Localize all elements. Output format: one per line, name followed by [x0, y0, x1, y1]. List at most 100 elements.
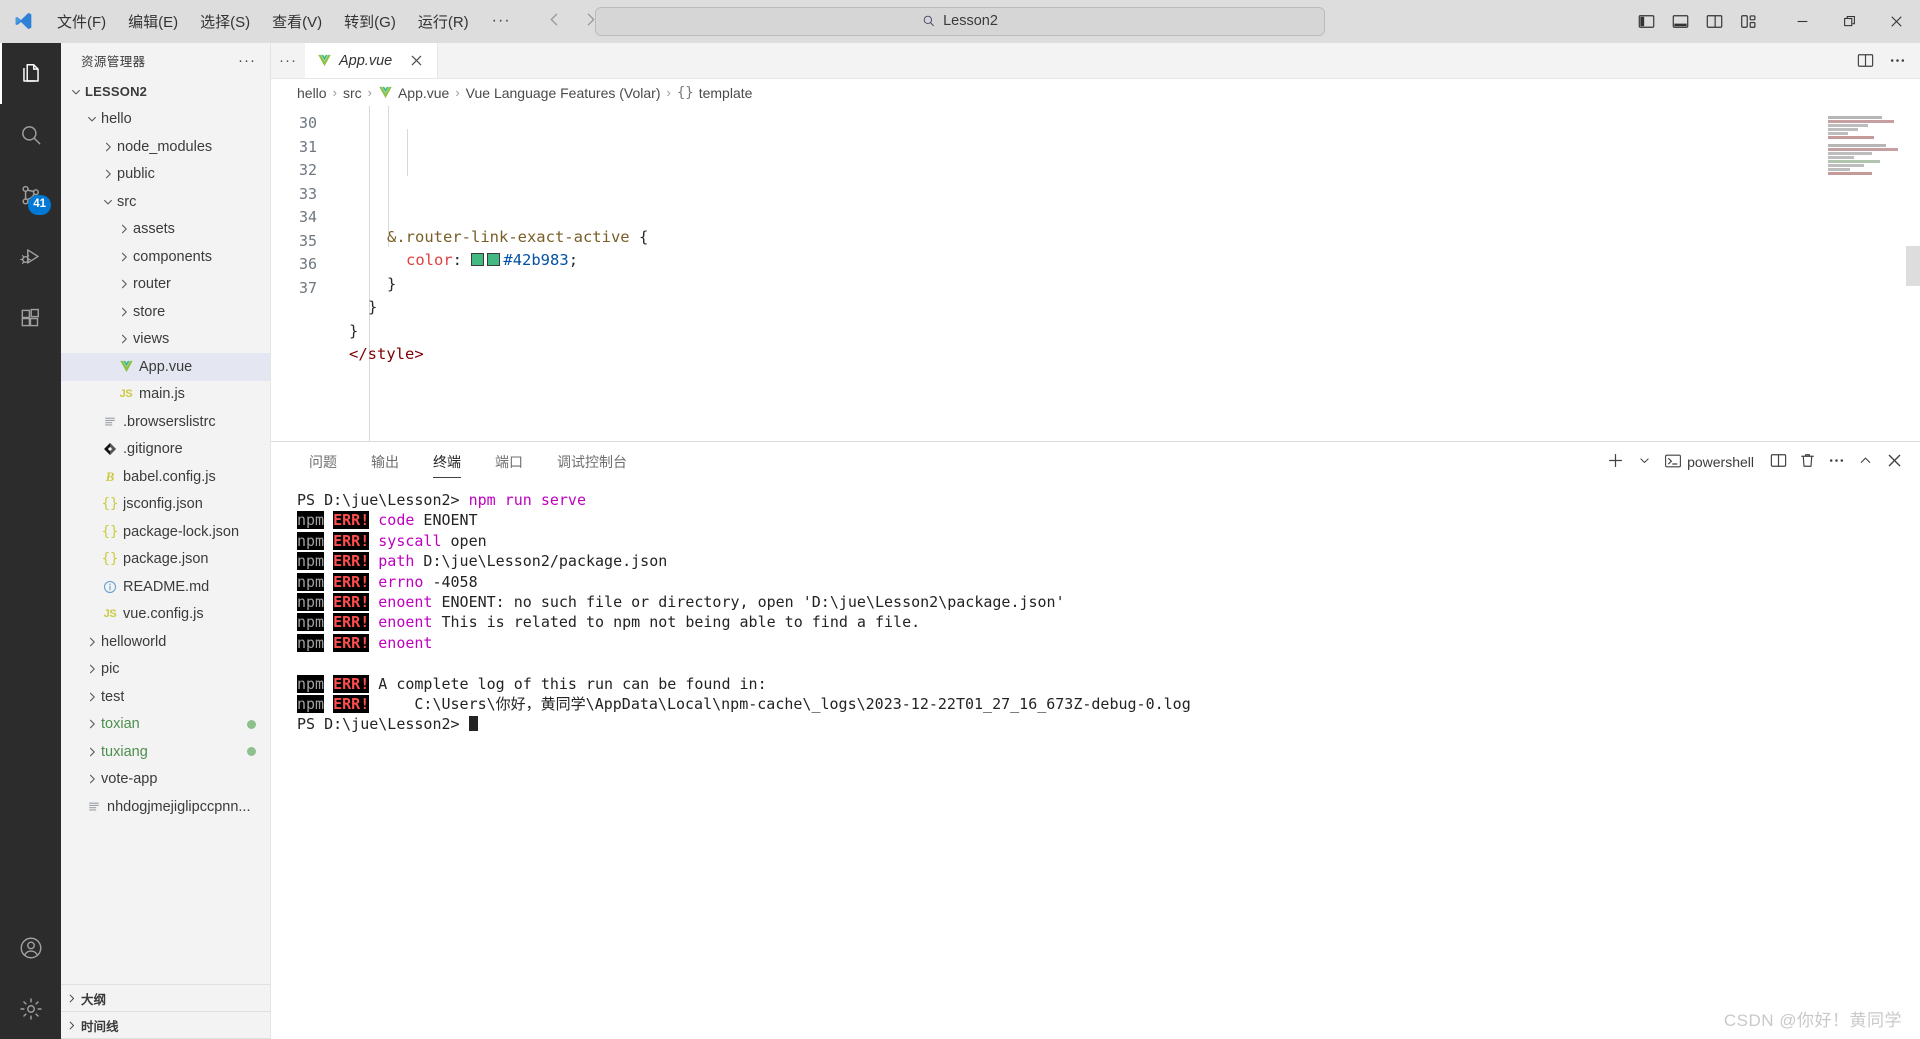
new-terminal-button[interactable]	[1601, 448, 1629, 476]
tree-file-gitignore[interactable]: .gitignore	[61, 436, 270, 464]
menu-more-button[interactable]: ···	[480, 0, 523, 42]
panel-more-actions-button[interactable]	[1822, 448, 1850, 476]
close-button[interactable]	[1873, 0, 1920, 42]
split-editor-icon[interactable]	[1850, 46, 1880, 76]
tree-folder-router[interactable]: router	[61, 271, 270, 299]
customize-layout-button[interactable]	[1731, 4, 1765, 38]
maximize-panel-button[interactable]	[1851, 448, 1879, 476]
menu-run[interactable]: 运行(R)	[407, 0, 480, 42]
chevron-right-icon[interactable]	[83, 773, 101, 785]
menu-selection[interactable]: 选择(S)	[189, 0, 261, 42]
code-line[interactable]: </style>	[329, 343, 1920, 367]
chevron-right-icon[interactable]	[99, 168, 117, 180]
tree-folder-src[interactable]: src	[61, 188, 270, 216]
activity-accounts[interactable]	[0, 917, 61, 978]
tree-folder-toxian[interactable]: toxian	[61, 711, 270, 739]
tree-root-lesson2[interactable]: LESSON2	[61, 78, 270, 106]
tree-file-vue-config-js[interactable]: JS vue.config.js	[61, 601, 270, 629]
toggle-panel-button[interactable]	[1663, 4, 1697, 38]
color-swatch[interactable]	[487, 253, 501, 266]
command-center-search[interactable]: Lesson2	[595, 6, 1325, 36]
tree-folder-assets[interactable]: assets	[61, 216, 270, 244]
tree-file-main-js[interactable]: JS main.js	[61, 381, 270, 409]
tree-file-browserslistrc[interactable]: .browserslistrc	[61, 408, 270, 436]
chevron-right-icon[interactable]	[83, 663, 101, 675]
editor-tabs-more-button[interactable]: ···	[271, 43, 305, 78]
terminal-shell-selector[interactable]: powershell	[1659, 448, 1763, 476]
tree-folder-public[interactable]: public	[61, 161, 270, 189]
chevron-right-icon[interactable]	[115, 278, 133, 290]
tree-folder-components[interactable]: components	[61, 243, 270, 271]
toggle-primary-sidebar-button[interactable]	[1629, 4, 1663, 38]
chevron-right-icon[interactable]	[115, 251, 133, 263]
tree-file-readme-md[interactable]: README.md	[61, 573, 270, 601]
menu-view[interactable]: 查看(V)	[261, 0, 333, 42]
chevron-down-icon[interactable]	[67, 86, 85, 98]
sidebar-section-timeline[interactable]: 时间线	[61, 1012, 270, 1039]
breadcrumb-item-vue-language-features-volar[interactable]: Vue Language Features (Volar)	[466, 85, 661, 101]
split-terminal-button[interactable]	[1764, 448, 1792, 476]
breadcrumb-item-app-vue[interactable]: App.vue	[378, 85, 449, 101]
code-line[interactable]	[329, 367, 1920, 391]
menu-edit[interactable]: 编辑(E)	[117, 0, 189, 42]
tree-folder-views[interactable]: views	[61, 326, 270, 354]
code-line[interactable]: &.router-link-exact-active {	[329, 226, 1920, 250]
panel-tab-terminal[interactable]: 终端	[421, 442, 473, 482]
minimize-button[interactable]	[1779, 0, 1826, 42]
activity-extensions[interactable]	[0, 287, 61, 348]
toggle-secondary-sidebar-button[interactable]	[1697, 4, 1731, 38]
menu-file[interactable]: 文件(F)	[46, 0, 117, 42]
tree-folder-vote-app[interactable]: vote-app	[61, 766, 270, 794]
editor-tab-app-vue[interactable]: App.vue	[305, 43, 439, 78]
breadcrumb-item-src[interactable]: src	[343, 85, 362, 101]
panel-tab-debug-console[interactable]: 调试控制台	[545, 442, 639, 482]
panel-tab-output[interactable]: 输出	[359, 442, 411, 482]
chevron-down-icon[interactable]	[83, 113, 101, 125]
new-terminal-dropdown-button[interactable]	[1630, 448, 1658, 476]
tree-file-package-json[interactable]: {} package.json	[61, 546, 270, 574]
code-line[interactable]	[329, 202, 1920, 226]
tree-folder-hello[interactable]: hello	[61, 106, 270, 134]
tree-file-jsconfig-json[interactable]: {} jsconfig.json	[61, 491, 270, 519]
tree-file-nhdogjmejiglipccpnn[interactable]: nhdogjmejiglipccpnn...	[61, 793, 270, 821]
breadcrumb-item-hello[interactable]: hello	[297, 85, 327, 101]
restore-button[interactable]	[1826, 0, 1873, 42]
chevron-right-icon[interactable]	[99, 141, 117, 153]
activity-manage-gear-icon[interactable]	[0, 978, 61, 1039]
breadcrumb-item-template[interactable]: {} template	[677, 85, 753, 101]
editor-more-actions-icon[interactable]	[1882, 46, 1912, 76]
panel-tab-problems[interactable]: 问题	[297, 442, 349, 482]
activity-run-debug[interactable]	[0, 226, 61, 287]
terminal-output[interactable]: PS D:\jue\Lesson2> npm run serve npm ERR!…	[271, 482, 1920, 1039]
tree-file-app-vue[interactable]: App.vue	[61, 353, 270, 381]
kill-terminal-button[interactable]	[1793, 448, 1821, 476]
chevron-down-icon[interactable]	[99, 196, 117, 208]
code-content[interactable]: &.router-link-exact-active {color: #42b9…	[329, 106, 1920, 441]
editor-scrollbar[interactable]	[1906, 106, 1920, 441]
editor-scrollbar-thumb[interactable]	[1906, 246, 1920, 286]
tree-file-package-lock-json[interactable]: {} package-lock.json	[61, 518, 270, 546]
chevron-right-icon[interactable]	[83, 718, 101, 730]
chevron-right-icon[interactable]	[115, 333, 133, 345]
code-line[interactable]: }	[329, 296, 1920, 320]
tree-folder-tuxiang[interactable]: tuxiang	[61, 738, 270, 766]
menu-go[interactable]: 转到(G)	[333, 0, 407, 42]
color-swatch[interactable]	[471, 253, 485, 266]
close-panel-button[interactable]	[1880, 448, 1908, 476]
close-icon[interactable]	[405, 50, 427, 72]
tree-folder-helloworld[interactable]: helloworld	[61, 628, 270, 656]
activity-explorer[interactable]	[0, 43, 61, 104]
code-line[interactable]: }	[329, 320, 1920, 344]
code-line[interactable]: }	[329, 273, 1920, 297]
chevron-right-icon[interactable]	[115, 223, 133, 235]
explorer-more-actions-button[interactable]: ···	[230, 52, 264, 69]
code-editor[interactable]: 30 31 32 33 34 35 36 37 &.router-link-exact-act…	[271, 106, 1920, 441]
chevron-right-icon[interactable]	[83, 691, 101, 703]
panel-tab-ports[interactable]: 端口	[483, 442, 535, 482]
tree-folder-test[interactable]: test	[61, 683, 270, 711]
sidebar-section-outline[interactable]: 大纲	[61, 985, 270, 1012]
chevron-right-icon[interactable]	[115, 306, 133, 318]
tree-file-babel-config-js[interactable]: Bbabel.config.js	[61, 463, 270, 491]
tree-folder-pic[interactable]: pic	[61, 656, 270, 684]
arrow-left-icon[interactable]	[545, 11, 565, 32]
